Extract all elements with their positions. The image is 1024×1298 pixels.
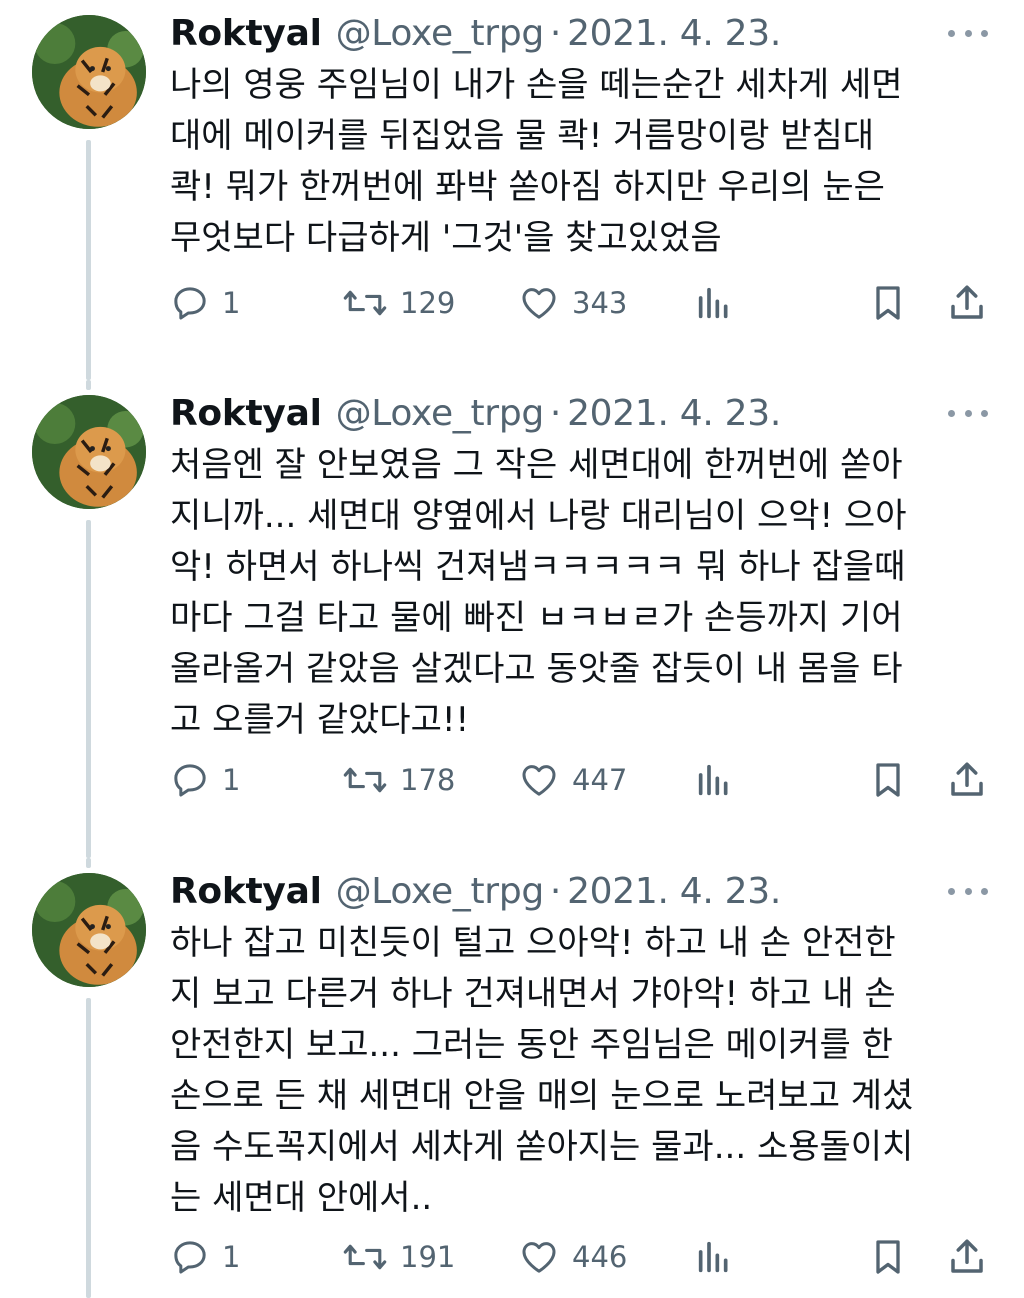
like-count: 343 <box>572 286 628 320</box>
retweet-icon <box>343 767 387 793</box>
reply-button[interactable]: 1 <box>170 283 240 323</box>
thread-line <box>86 858 91 868</box>
tweet-header: Roktyal @Loxe_trpg · 2021. 4. 23. <box>170 388 781 438</box>
more-icon[interactable] <box>948 876 988 906</box>
reply-icon <box>174 287 206 320</box>
retweet-count: 191 <box>400 1240 456 1274</box>
tweet-date[interactable]: 2021. 4. 23. <box>567 393 781 434</box>
bookmark-icon <box>876 763 900 797</box>
reply-icon <box>174 1241 206 1274</box>
more-icon[interactable] <box>948 18 988 48</box>
views-icon <box>698 1241 728 1273</box>
display-name[interactable]: Roktyal <box>170 871 322 912</box>
thread-line <box>86 140 91 380</box>
share-button[interactable] <box>946 759 988 801</box>
tweet[interactable]: Roktyal @Loxe_trpg · 2021. 4. 23. 나의 영웅 … <box>0 0 1024 380</box>
heart-icon <box>522 288 556 319</box>
more-icon[interactable] <box>948 398 988 428</box>
reply-count: 1 <box>222 763 241 797</box>
share-icon <box>951 762 983 796</box>
reply-count: 1 <box>222 286 241 320</box>
tweet-text: 나의 영웅 주임님이 내가 손을 떼는순간 세차게 세면 대에 메이커를 뒤집었… <box>170 65 903 258</box>
header-separator: · <box>549 392 562 434</box>
action-bar: 1 191 446 <box>170 1232 1000 1282</box>
like-button[interactable]: 343 <box>518 283 627 323</box>
retweet-button[interactable]: 178 <box>342 760 455 800</box>
action-bar: 1 178 447 <box>170 755 1000 805</box>
views-button[interactable] <box>694 283 734 323</box>
heart-icon <box>522 1242 556 1273</box>
share-icon <box>951 285 983 319</box>
tiger-avatar[interactable] <box>32 873 146 987</box>
thread-line <box>86 380 91 390</box>
header-separator: · <box>549 12 562 54</box>
bookmark-button[interactable] <box>868 1236 908 1278</box>
share-icon <box>951 1239 983 1273</box>
bookmark-button[interactable] <box>868 282 908 324</box>
share-button[interactable] <box>946 282 988 324</box>
bookmark-icon <box>876 1240 900 1274</box>
action-bar: 1 129 343 <box>170 278 1000 328</box>
views-button[interactable] <box>694 760 734 800</box>
display-name[interactable]: Roktyal <box>170 393 322 434</box>
retweet-count: 178 <box>400 763 456 797</box>
bookmark-icon <box>876 286 900 320</box>
bookmark-button[interactable] <box>868 759 908 801</box>
user-handle[interactable]: @Loxe_trpg <box>336 871 545 912</box>
tweet-date[interactable]: 2021. 4. 23. <box>567 871 781 912</box>
views-icon <box>698 287 728 319</box>
header-separator: · <box>549 870 562 912</box>
reply-count: 1 <box>222 1240 241 1274</box>
reply-button[interactable]: 1 <box>170 760 240 800</box>
retweet-icon <box>343 1244 387 1270</box>
like-button[interactable]: 447 <box>518 760 627 800</box>
thread-line <box>86 998 91 1298</box>
tiger-avatar[interactable] <box>32 395 146 509</box>
reply-button[interactable]: 1 <box>170 1237 240 1277</box>
share-button[interactable] <box>946 1236 988 1278</box>
user-handle[interactable]: @Loxe_trpg <box>336 13 545 54</box>
views-button[interactable] <box>694 1237 734 1277</box>
tweet-header: Roktyal @Loxe_trpg · 2021. 4. 23. <box>170 8 781 58</box>
display-name[interactable]: Roktyal <box>170 13 322 54</box>
reply-icon <box>174 764 206 797</box>
like-count: 447 <box>572 763 628 797</box>
tweet-date[interactable]: 2021. 4. 23. <box>567 13 781 54</box>
tweet[interactable]: Roktyal @Loxe_trpg · 2021. 4. 23. 처음엔 잘 … <box>0 380 1024 858</box>
user-handle[interactable]: @Loxe_trpg <box>336 393 545 434</box>
like-button[interactable]: 446 <box>518 1237 627 1277</box>
tweet-text: 하나 잡고 미친듯이 털고 으아악! 하고 내 손 안전한 지 보고 다른거 하… <box>170 923 914 1218</box>
views-icon <box>698 764 728 796</box>
tweet-header: Roktyal @Loxe_trpg · 2021. 4. 23. <box>170 866 781 916</box>
retweet-icon <box>343 290 387 316</box>
heart-icon <box>522 765 556 796</box>
thread-line <box>86 520 91 858</box>
tiger-avatar[interactable] <box>32 15 146 129</box>
retweet-button[interactable]: 129 <box>342 283 455 323</box>
tweet-text: 처음엔 잘 안보였음 그 작은 세면대에 한꺼번에 쏟아 지니까... 세면대 … <box>170 445 907 740</box>
retweet-count: 129 <box>400 286 456 320</box>
tweet[interactable]: Roktyal @Loxe_trpg · 2021. 4. 23. 하나 잡고 … <box>0 858 1024 1298</box>
like-count: 446 <box>572 1240 628 1274</box>
retweet-button[interactable]: 191 <box>342 1237 455 1277</box>
